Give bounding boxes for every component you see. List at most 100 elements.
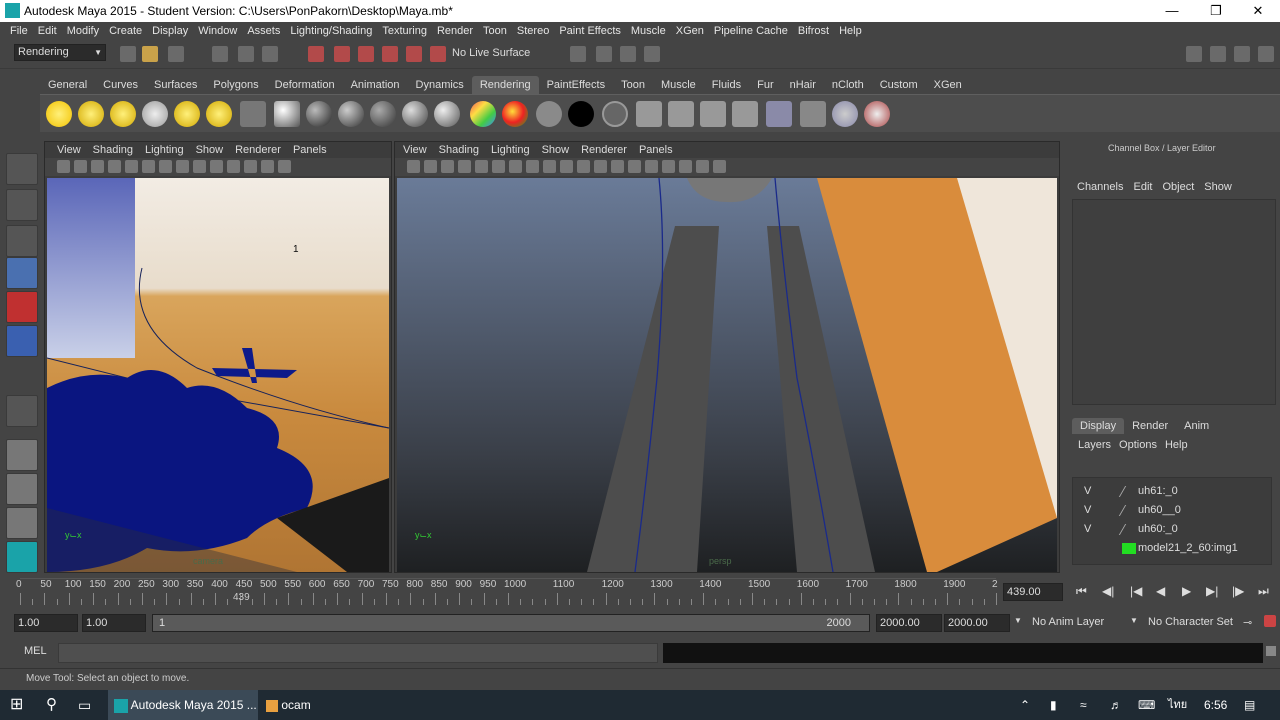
select-tool-icon[interactable]	[6, 153, 38, 185]
live-surface-field[interactable]: No Live Surface	[452, 47, 530, 59]
maximize-button[interactable]: ❐	[1194, 0, 1238, 22]
lock-camera-icon[interactable]	[74, 160, 87, 173]
end-time-field[interactable]: 2000.00	[944, 614, 1010, 632]
smooth-shade-icon[interactable]	[543, 160, 556, 173]
shelf-tab-toon[interactable]: Toon	[613, 76, 653, 94]
depth-of-field-icon[interactable]	[713, 160, 726, 173]
shelf-tab-xgen[interactable]: XGen	[926, 76, 970, 94]
xray-icon[interactable]	[611, 160, 624, 173]
menu-help[interactable]: Help	[834, 22, 867, 41]
paint-brush-icon[interactable]	[864, 101, 890, 127]
shelf-tab-custom[interactable]: Custom	[872, 76, 926, 94]
battery-icon[interactable]: ▮	[1050, 690, 1057, 720]
volume-icon[interactable]: ♬	[1110, 690, 1122, 720]
layer-menu-layers[interactable]: Layers	[1074, 439, 1115, 451]
character-set-dropdown[interactable]: No Character Set	[1148, 616, 1233, 628]
spot-light-icon[interactable]	[142, 101, 168, 127]
ambient-occlusion-icon[interactable]	[662, 160, 675, 173]
new-scene-icon[interactable]	[120, 46, 136, 62]
channel-menu-object[interactable]: Object	[1157, 181, 1199, 193]
step-back-frame-icon[interactable]: |◀	[1130, 584, 1142, 598]
layer-row[interactable]: Vuh60__0	[1072, 501, 1262, 520]
smooth-shade-icon[interactable]	[193, 160, 206, 173]
shelf-tab-surfaces[interactable]: Surfaces	[146, 76, 205, 94]
phong-shader-icon[interactable]	[402, 101, 428, 127]
menu-set-dropdown[interactable]: Rendering ▼	[14, 44, 106, 61]
layer-tab-render[interactable]: Render	[1124, 418, 1176, 434]
ipr-render-icon[interactable]	[620, 46, 636, 62]
layer-visibility-toggle[interactable]: V	[1084, 523, 1091, 535]
minimize-button[interactable]: —	[1150, 0, 1194, 22]
surface-shader-icon[interactable]	[502, 101, 528, 127]
render-settings-shelf-icon[interactable]	[700, 101, 726, 127]
show-modeling-toolkit-icon[interactable]	[1186, 46, 1202, 62]
textured-icon[interactable]	[210, 160, 223, 173]
script-editor-icon[interactable]	[1266, 646, 1276, 656]
layer-color-swatch[interactable]	[1118, 486, 1140, 497]
hypershade-icon[interactable]	[274, 101, 300, 127]
blinn-shader-icon[interactable]	[338, 101, 364, 127]
phonge-shader-icon[interactable]	[434, 101, 460, 127]
ambient-light-icon[interactable]	[46, 101, 72, 127]
menu-paint-effects[interactable]: Paint Effects	[554, 22, 626, 41]
light-linking-icon[interactable]	[800, 101, 826, 127]
bookmark-icon[interactable]	[91, 160, 104, 173]
menu-modify[interactable]: Modify	[62, 22, 104, 41]
windows-start-icon[interactable]: ⊞	[10, 690, 23, 720]
time-slider[interactable]: 0 50 100 150 200 250 300 350 400 450 500 550 600 650 7…	[0, 574, 1280, 610]
isolate-icon[interactable]	[278, 160, 291, 173]
shelf-tab-curves[interactable]: Curves	[95, 76, 146, 94]
shelf-tab-fur[interactable]: Fur	[749, 76, 782, 94]
grid-icon[interactable]	[125, 160, 138, 173]
xray-icon[interactable]	[261, 160, 274, 173]
lock-camera-icon[interactable]	[424, 160, 437, 173]
use-background-icon[interactable]	[536, 101, 562, 127]
step-forward-frame-icon[interactable]: ▶|	[1206, 584, 1218, 598]
chevron-up-icon[interactable]: ⌃	[1020, 690, 1030, 720]
render-frame-icon[interactable]	[596, 46, 612, 62]
snap-plane-icon[interactable]	[382, 46, 398, 62]
shelf-tab-animation[interactable]: Animation	[343, 76, 408, 94]
layer-row[interactable]: model21_2_60:img1	[1072, 539, 1262, 558]
notifications-icon[interactable]: ▤	[1244, 690, 1255, 720]
panel-menu-panels[interactable]: Panels	[633, 142, 679, 158]
scale-tool-icon[interactable]	[6, 325, 38, 357]
wifi-icon[interactable]: ≈	[1080, 690, 1087, 720]
layer-row[interactable]: Vuh61:_0	[1072, 482, 1262, 501]
magnet-icon[interactable]	[430, 46, 446, 62]
render-layer-icon[interactable]	[240, 101, 266, 127]
bookmark-icon[interactable]	[441, 160, 454, 173]
shelf-tab-fluids[interactable]: Fluids	[704, 76, 749, 94]
anisotropic-shader-icon[interactable]	[306, 101, 332, 127]
point-light-icon[interactable]	[110, 101, 136, 127]
lights-icon[interactable]	[227, 160, 240, 173]
panel-menu-shading[interactable]: Shading	[87, 142, 139, 158]
menu-lighting-shading[interactable]: Lighting/Shading	[285, 22, 377, 41]
wireframe-icon[interactable]	[526, 160, 539, 173]
render-current-frame-icon[interactable]	[636, 101, 662, 127]
task-view-icon[interactable]: ▭	[78, 690, 91, 720]
camera-icon[interactable]	[57, 160, 70, 173]
keyboard-icon[interactable]: ⌨	[1138, 690, 1155, 720]
move-tool-icon[interactable]	[6, 257, 38, 289]
menu-create[interactable]: Create	[104, 22, 147, 41]
resolution-gate-icon[interactable]	[159, 160, 172, 173]
menu-display[interactable]: Display	[147, 22, 193, 41]
layer-tab-display[interactable]: Display	[1072, 418, 1125, 434]
shadows-icon[interactable]	[244, 160, 257, 173]
menu-muscle[interactable]: Muscle	[626, 22, 671, 41]
snap-curve-icon[interactable]	[334, 46, 350, 62]
film-gate-icon[interactable]	[142, 160, 155, 173]
layer-tab-anim[interactable]: Anim	[1176, 418, 1217, 434]
outliner-layout-icon[interactable]	[6, 507, 38, 539]
volume-light-icon[interactable]	[206, 101, 232, 127]
shelf-tab-ncloth[interactable]: nCloth	[824, 76, 872, 94]
menu-edit[interactable]: Edit	[33, 22, 62, 41]
batch-render-icon[interactable]	[732, 101, 758, 127]
four-view-layout-icon[interactable]	[6, 473, 38, 505]
image-plane-icon[interactable]	[458, 160, 471, 173]
mel-input[interactable]	[58, 643, 658, 663]
shelf-tab-nhair[interactable]: nHair	[782, 76, 824, 94]
layer-name[interactable]: uh60__0	[1138, 504, 1181, 516]
shadows-icon[interactable]	[594, 160, 607, 173]
